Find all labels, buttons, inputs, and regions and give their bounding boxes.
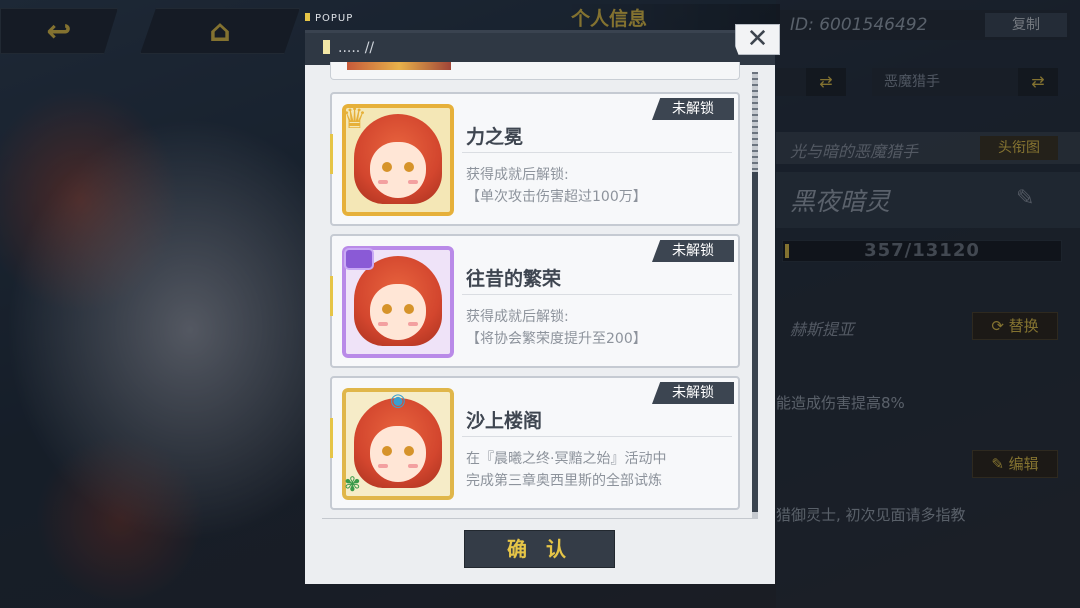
divider <box>462 436 732 437</box>
frame-title: 力之冕 <box>466 126 524 148</box>
list-item[interactable]: ♛ 未解锁 力之冕 获得成就后解锁: 【单次攻击伤害超过100万】 <box>330 92 740 226</box>
unlock-line-2: 完成第三章奥西里斯的全部试炼 <box>466 473 662 489</box>
divider <box>462 152 732 153</box>
unlock-line-1: 获得成就后解锁: <box>466 167 569 183</box>
unlock-condition: 获得成就后解锁: 【单次攻击伤害超过100万】 <box>466 164 647 208</box>
popup-divider <box>322 518 758 519</box>
game-controller-icon <box>344 248 374 270</box>
list-item-partial <box>330 62 740 80</box>
card-accent <box>330 276 333 316</box>
eye-crest-icon: ◉ <box>390 390 406 411</box>
unlock-line-1: 获得成就后解锁: <box>466 309 569 325</box>
card-accent <box>330 418 333 458</box>
avatar-frame <box>342 246 454 358</box>
scrollbar-thumb[interactable] <box>752 172 758 512</box>
palm-tree-icon: ✾ <box>344 472 361 496</box>
scrollbar-track-dots <box>752 72 758 172</box>
frame-title: 沙上楼阁 <box>466 410 543 432</box>
frame-list[interactable]: ♛ 未解锁 力之冕 获得成就后解锁: 【单次攻击伤害超过100万】 未解锁 往昔… <box>330 62 740 510</box>
header-marker-icon <box>323 40 330 54</box>
card-accent <box>330 134 333 174</box>
unlock-line-2: 【将协会繁荣度提升至200】 <box>466 331 647 347</box>
list-item[interactable]: ◉ ✾ 未解锁 沙上楼阁 在『晨曦之终·冥黯之始』活动中 完成第三章奥西里斯的全… <box>330 376 740 510</box>
divider <box>462 294 732 295</box>
close-button[interactable]: ✕ <box>735 24 780 55</box>
avatar-frame: ♛ <box>342 104 454 216</box>
list-item[interactable]: 未解锁 往昔的繁荣 获得成就后解锁: 【将协会繁荣度提升至200】 <box>330 234 740 368</box>
locked-badge: 未解锁 <box>652 382 734 404</box>
unlock-line-1: 在『晨曦之终·冥黯之始』活动中 <box>466 451 667 467</box>
avatar-strip <box>347 62 451 70</box>
popup-header: ..... // <box>305 33 775 65</box>
locked-badge: 未解锁 <box>652 98 734 120</box>
unlock-condition: 获得成就后解锁: 【将协会繁荣度提升至200】 <box>466 306 647 350</box>
unlock-condition: 在『晨曦之终·冥黯之始』活动中 完成第三章奥西里斯的全部试炼 <box>466 448 666 492</box>
confirm-button[interactable]: 确 认 <box>464 530 615 568</box>
popup-tag: POPUP <box>305 13 353 27</box>
crown-icon: ♛ <box>342 104 368 135</box>
unlock-line-2: 【单次攻击伤害超过100万】 <box>466 189 647 205</box>
locked-badge: 未解锁 <box>652 240 734 262</box>
close-icon: ✕ <box>746 24 769 54</box>
frame-title: 往昔的繁荣 <box>466 268 562 290</box>
popup-header-text: ..... // <box>338 40 375 56</box>
avatar-frame: ◉ ✾ <box>342 388 454 500</box>
